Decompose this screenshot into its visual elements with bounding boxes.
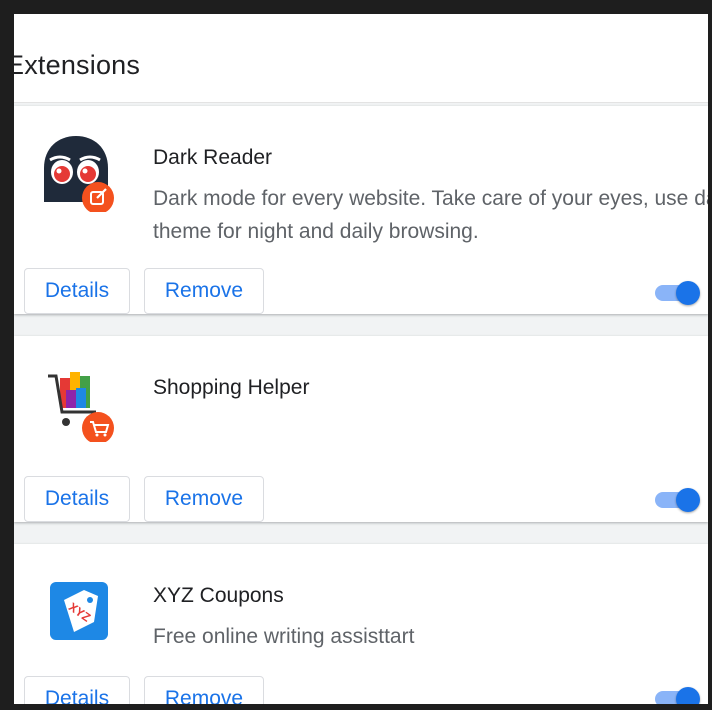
remove-button[interactable]: Remove (144, 268, 264, 314)
enable-toggle[interactable] (654, 684, 702, 704)
remove-button[interactable]: Remove (144, 676, 264, 704)
coupon-tag-icon: XYZ (40, 570, 120, 650)
enable-toggle[interactable] (654, 278, 702, 308)
page-title: Extensions (14, 50, 141, 80)
page-header: Extensions (14, 14, 708, 103)
details-button[interactable]: Details (24, 676, 130, 704)
remove-button[interactable]: Remove (144, 476, 264, 522)
toggle-knob (676, 488, 700, 512)
extension-name: XYZ Coupons (153, 584, 284, 607)
enable-toggle[interactable] (654, 485, 702, 515)
toggle-knob (676, 281, 700, 305)
extension-card-xyz-coupons: XYZ XYZ Coupons Free online writing assi… (14, 544, 708, 704)
extensions-page: Extensions Dark Reader Dark mode for eve… (14, 14, 708, 704)
extension-card-shopping-helper: Shopping Helper Details Remove (14, 336, 708, 522)
details-button[interactable]: Details (24, 476, 130, 522)
extension-name: Shopping Helper (153, 376, 310, 399)
details-button[interactable]: Details (24, 268, 130, 314)
extension-description: Dark mode for every website. Take care o… (153, 187, 708, 243)
dark-reader-icon (40, 132, 120, 214)
extension-name: Dark Reader (153, 146, 273, 169)
toggle-knob (676, 687, 700, 704)
extension-description: Free online writing assisttart (153, 625, 415, 648)
shopping-cart-icon (40, 362, 120, 444)
extension-card-dark-reader: Dark Reader Dark mode for every website.… (14, 106, 708, 314)
